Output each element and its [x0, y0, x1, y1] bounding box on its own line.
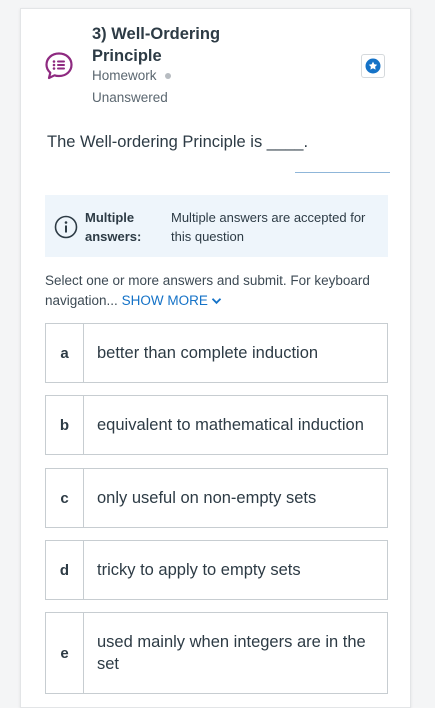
option-letter: c: [46, 469, 84, 527]
question-status: Unanswered: [92, 90, 168, 105]
option-letter: d: [46, 541, 84, 599]
info-text: Multiple answers are accepted for this q…: [171, 210, 366, 244]
show-more-link[interactable]: SHOW MORE: [122, 293, 222, 308]
answer-blank-line: [295, 172, 390, 173]
question-prompt: The Well-ordering Principle is ____.: [47, 133, 309, 151]
bookmark-button[interactable]: [361, 54, 385, 78]
instructions: Select one or more answers and submit. F…: [45, 271, 390, 311]
info-label: Multiple answers:: [85, 210, 142, 244]
question-type-label: Homework: [92, 68, 157, 83]
option-text: equivalent to mathematical induction: [97, 416, 364, 434]
chevron-down-icon: [211, 298, 221, 305]
option-text: only useful on non-empty sets: [97, 489, 317, 507]
multiple-answers-info: Multiple answers: Multiple answers are a…: [45, 195, 388, 257]
question-list-icon: [44, 51, 74, 81]
option-letter: e: [46, 613, 84, 693]
option-text: tricky to apply to empty sets: [97, 561, 301, 579]
option-a[interactable]: a better than complete induction: [45, 323, 388, 383]
option-b[interactable]: b equivalent to mathematical induction: [45, 395, 388, 455]
option-text: used mainly when integers are in the set: [97, 633, 366, 673]
question-card: 3) Well-Ordering Principle Homework Unan…: [20, 8, 411, 708]
option-letter: a: [46, 324, 84, 382]
info-icon: [54, 215, 78, 239]
option-letter: b: [46, 396, 84, 454]
separator-dot: [164, 72, 171, 79]
option-d[interactable]: d tricky to apply to empty sets: [45, 540, 388, 600]
option-e[interactable]: e used mainly when integers are in the s…: [45, 612, 388, 694]
option-c[interactable]: c only useful on non-empty sets: [45, 468, 388, 528]
question-type: Homework: [92, 68, 171, 83]
option-text: better than complete induction: [97, 344, 319, 362]
question-title: 3) Well-Ordering Principle: [92, 25, 221, 65]
show-more-label: SHOW MORE: [121, 293, 208, 308]
star-bookmark-icon: [365, 58, 381, 74]
